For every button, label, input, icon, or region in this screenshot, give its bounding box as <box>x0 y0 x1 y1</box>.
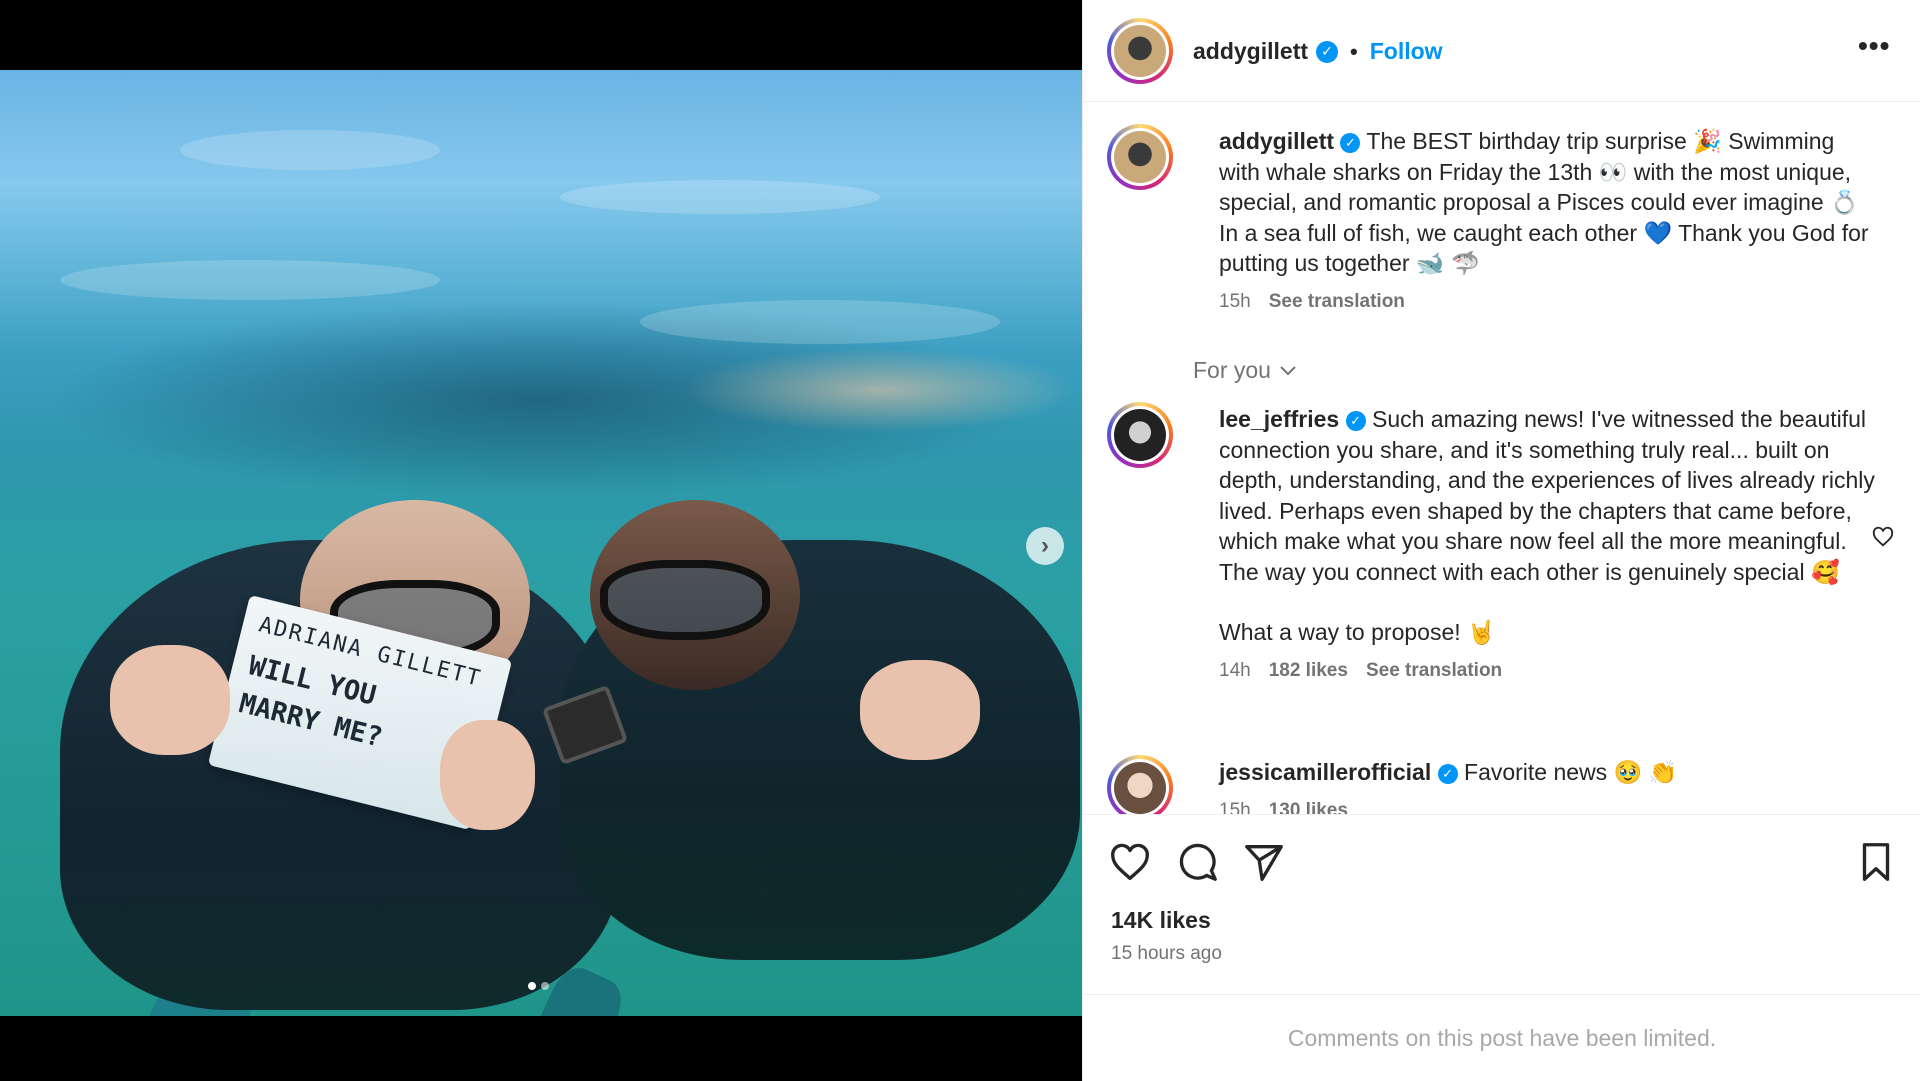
separator-dot: • <box>1350 38 1358 64</box>
carousel-next-button[interactable]: › <box>1026 527 1064 565</box>
verified-badge-icon: ✓ <box>1437 764 1458 785</box>
caption-username[interactable]: addygillett <box>1219 128 1334 154</box>
comment-sort-dropdown[interactable]: For you <box>1193 357 1297 384</box>
post-photo: ADRIANA GILLETT WILL YOU MARRY ME? <box>0 70 1082 1016</box>
comment-likes[interactable]: 130 likes <box>1269 796 1348 815</box>
comment-text: Favorite news 🥹 👏 <box>1464 759 1678 785</box>
avatar[interactable] <box>1107 402 1173 468</box>
comment-text: Such amazing news! I've witnessed the be… <box>1219 406 1875 585</box>
hand <box>110 645 230 755</box>
like-comment-heart-icon[interactable] <box>1872 526 1894 548</box>
comments-limited-notice: Comments on this post have been limited. <box>1083 994 1920 1081</box>
share-send-icon[interactable] <box>1241 839 1287 885</box>
avatar[interactable] <box>1107 124 1173 190</box>
carousel-dot <box>541 982 549 990</box>
water-ripple <box>180 130 440 170</box>
water-ripple <box>640 300 1000 344</box>
hand <box>440 720 535 830</box>
verified-badge-icon: ✓ <box>1345 411 1366 432</box>
like-heart-icon[interactable] <box>1107 839 1153 885</box>
carousel-indicator <box>528 982 549 990</box>
water-ripple <box>60 260 440 300</box>
post-actions: 14K likes 15 hours ago <box>1083 814 1920 994</box>
author-username[interactable]: addygillett <box>1193 38 1308 65</box>
profile-picture <box>1114 762 1166 814</box>
follow-button[interactable]: Follow <box>1370 38 1443 65</box>
comment-bubble-icon[interactable] <box>1175 839 1221 885</box>
profile-picture <box>1114 25 1166 77</box>
avatar[interactable] <box>1107 755 1173 814</box>
snorkel-mask <box>600 560 770 640</box>
comment-time: 14h <box>1219 659 1251 681</box>
post-likes-count[interactable]: 14K likes <box>1111 907 1211 934</box>
chevron-right-icon: › <box>1041 532 1049 559</box>
chevron-down-icon <box>1280 365 1296 375</box>
post-header: addygillett ✓ • Follow ••• <box>1083 0 1920 102</box>
see-translation-button[interactable]: See translation <box>1366 656 1502 687</box>
see-translation-button[interactable]: See translation <box>1269 287 1405 318</box>
comment-time: 15h <box>1219 799 1251 815</box>
sort-label: For you <box>1193 357 1271 383</box>
post-author: addygillett ✓ • Follow <box>1193 38 1443 65</box>
save-bookmark-icon[interactable] <box>1853 839 1899 885</box>
verified-badge-icon: ✓ <box>1316 40 1339 63</box>
avatar[interactable] <box>1107 18 1173 84</box>
comment-username[interactable]: lee_jeffries <box>1219 406 1339 432</box>
more-options-icon[interactable]: ••• <box>1858 30 1890 62</box>
comment-text: What a way to propose! 🤘 <box>1219 619 1496 645</box>
comments-section[interactable]: addygillett ✓ The BEST birthday trip sur… <box>1083 102 1920 814</box>
water-ripple <box>560 180 880 214</box>
profile-picture <box>1114 409 1166 461</box>
thumbs-up-hand <box>860 660 980 760</box>
caption-time: 15h <box>1219 290 1251 312</box>
post-media: ADRIANA GILLETT WILL YOU MARRY ME? › <box>0 0 1082 1081</box>
post-side-panel: addygillett ✓ • Follow ••• addygillett ✓… <box>1082 0 1920 1081</box>
comment-username[interactable]: jessicamillerofficial <box>1219 759 1431 785</box>
post-timestamp[interactable]: 15 hours ago <box>1111 943 1222 965</box>
profile-picture <box>1114 131 1166 183</box>
carousel-dot-active <box>528 982 536 990</box>
verified-badge-icon: ✓ <box>1340 133 1361 154</box>
comment-likes[interactable]: 182 likes <box>1269 656 1348 687</box>
